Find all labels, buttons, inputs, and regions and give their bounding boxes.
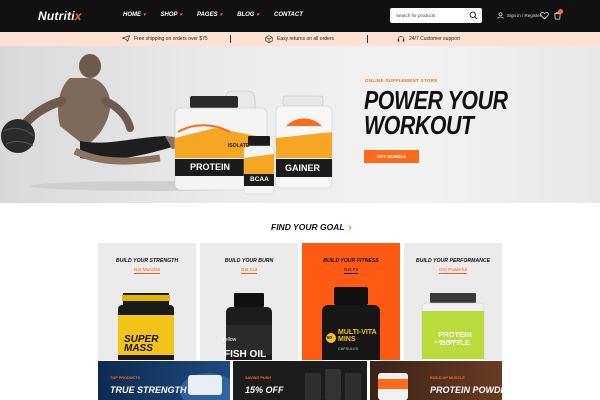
card-link-text: Get Cut <box>240 268 258 274</box>
hero-banner: ISOLATE PROTEIN GAINER BCAA ONLINE SUPPL… <box>0 46 600 203</box>
product-tag: Yellow <box>222 337 237 343</box>
info-returns: Easy returns on all orders <box>265 35 334 43</box>
goal-card-strength[interactable]: BUILD YOUR STRENGTH Get Muscles SUPER MA… <box>98 243 196 360</box>
hero-kicker: ONLINE SUPPLEMENT STORE <box>365 78 438 83</box>
product-label-isolate: ISOLATE <box>228 143 250 149</box>
logo-text: Nutriti <box>38 9 75 23</box>
logo-accent: x <box>74 9 82 23</box>
chevron-down-icon: ▾ <box>256 12 259 18</box>
hero-title: POWER YOUR WORKOUT <box>364 85 508 140</box>
cart-count-badge <box>558 9 563 14</box>
info-support: 24/7 Customer support <box>397 35 460 43</box>
nav-contact[interactable]: CONTACT <box>274 12 303 18</box>
headset-icon <box>397 36 405 42</box>
card-title: BUILD YOUR BURN <box>224 258 274 264</box>
account-link[interactable]: Sign in / Register <box>497 12 541 19</box>
page: Nutritix HOME ▾ SHOP ▾ PAGES ▾ BLOG ▾ CONTAC… <box>0 0 600 400</box>
gainer-tub <box>275 95 333 189</box>
product-text: PROTEIN BOTTLE <box>438 330 472 347</box>
product-text: SUPER MASS <box>124 334 159 354</box>
nav-shop-label: SHOP <box>160 12 178 18</box>
info-divider <box>367 35 368 43</box>
promo-saving-push[interactable]: SAVING PUSH 15% OFF <box>233 361 367 400</box>
search-input[interactable] <box>396 13 466 18</box>
get-fit-link[interactable]: Get Fit <box>302 268 400 274</box>
chevron-down-icon: ▾ <box>143 12 146 18</box>
search-icon[interactable] <box>469 11 478 20</box>
product-badge: 50 <box>327 335 333 340</box>
card-title: BUILD YOUR FITNESS <box>323 258 379 264</box>
card-title: BUILD YOUR STRENGTH <box>115 258 179 264</box>
nav-home[interactable]: HOME ▾ <box>123 12 146 18</box>
support-text: 24/7 Customer support <box>409 36 460 42</box>
promo-kicker: TOP PRODUCTS <box>110 376 141 380</box>
product-text: MULTI-VITAMINS <box>338 329 377 343</box>
heart-icon[interactable] <box>540 11 549 20</box>
info-divider <box>230 35 231 43</box>
info-bar: Free shipping on orders over $75 Easy re… <box>0 32 600 46</box>
promo-true-strength[interactable]: TOP PRODUCTS TRUE STRENGTH <box>98 361 230 400</box>
account-label: Sign in / Register <box>507 13 542 18</box>
chevron-right-icon[interactable]: › <box>349 222 352 232</box>
product-sub: CAPSULES <box>338 347 359 351</box>
nav-shop[interactable]: SHOP ▾ <box>161 12 183 18</box>
nav-blog-label: BLOG <box>237 12 255 18</box>
nav-pages-label: PAGES <box>197 12 218 18</box>
nav-pages[interactable]: PAGES ▾ <box>197 12 222 18</box>
shipping-text: Free shipping on orders over $75 <box>134 35 208 42</box>
returns-text: Easy returns on all orders <box>277 36 334 42</box>
box-icon <box>265 35 273 43</box>
brand-logo[interactable]: Nutritix <box>38 9 82 23</box>
user-icon <box>497 12 504 19</box>
product-label-gainer: GAINER <box>285 163 321 173</box>
product-text: FISH OIL <box>224 349 267 360</box>
get-cut-link[interactable]: Get Cut <box>200 268 298 274</box>
card-link-text: Get Muscles <box>133 268 161 274</box>
section-title: FIND YOUR GOAL › <box>271 222 352 232</box>
card-title: BUILD YOUR PERFORMANCE <box>415 258 491 264</box>
product-label-bcaa: BCAA <box>250 176 269 183</box>
nav-contact-label: CONTACT <box>273 12 303 18</box>
promo-kicker: BUILD UP MUSCLE <box>430 376 465 380</box>
promo-protein-powder[interactable]: BUILD UP MUSCLE PROTEIN POWDER <box>370 361 502 400</box>
goal-card-burn[interactable]: BUILD YOUR BURN Get Cut Yellow FISH OIL <box>200 243 298 360</box>
goal-title-text: FIND YOUR GOAL <box>271 222 345 232</box>
get-bundle-button[interactable]: GET BUNDLE <box>364 150 419 163</box>
chevron-down-icon: ▾ <box>219 12 223 18</box>
get-muscles-link[interactable]: Get Muscles <box>98 268 196 274</box>
paper-plane-icon <box>122 35 130 42</box>
top-header: Nutritix HOME ▾ SHOP ▾ PAGES ▾ BLOG ▾ CONTAC… <box>0 0 600 32</box>
info-shipping: Free shipping on orders over $75 <box>122 35 208 42</box>
get-powerful-link[interactable]: Get Powerful <box>404 268 502 274</box>
main-nav: HOME ▾ SHOP ▾ PAGES ▾ BLOG ▾ CONTACT <box>123 12 303 18</box>
card-link-text: Get Fit <box>343 268 359 274</box>
goal-card-performance[interactable]: BUILD YOUR PERFORMANCE Get Powerful PROT… <box>404 243 502 360</box>
promo-title: TRUE STRENGTH <box>110 385 187 395</box>
nav-blog[interactable]: BLOG ▾ <box>237 12 259 18</box>
promo-kicker: SAVING PUSH <box>245 376 271 380</box>
product-label-protein: PROTEIN <box>190 162 231 172</box>
promo-title: PROTEIN POWDER <box>430 385 502 395</box>
search-box <box>390 8 482 23</box>
promo-title: 15% OFF <box>245 385 284 395</box>
nav-home-label: HOME <box>123 12 141 18</box>
product-sub: SUPPLEMENTS <box>434 340 461 344</box>
chevron-down-icon: ▾ <box>179 12 183 18</box>
card-link-text: Get Powerful <box>439 268 467 274</box>
goal-card-fitness[interactable]: BUILD YOUR FITNESS Get Fit 50 MULTI-VITA… <box>302 243 400 360</box>
